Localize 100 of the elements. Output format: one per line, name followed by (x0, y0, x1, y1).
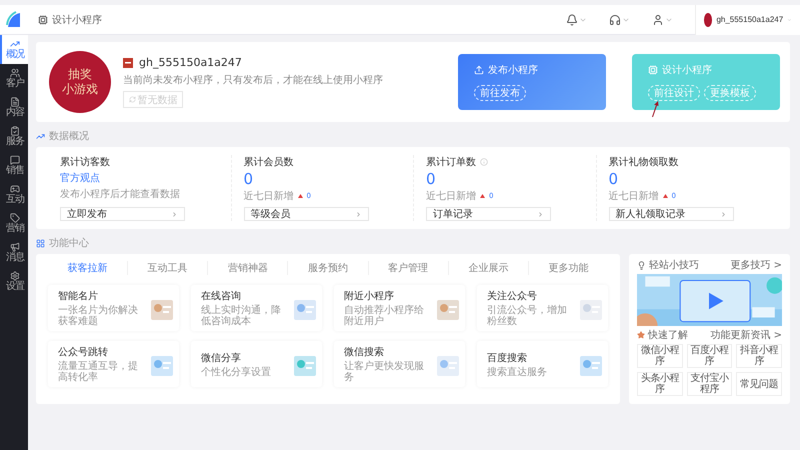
feature-card[interactable]: 微信搜索 让客户更快发现服务 (334, 341, 465, 387)
stat-button[interactable]: 等级会员 (244, 207, 368, 221)
chart-icon (36, 132, 45, 140)
chevron-right-icon (537, 210, 544, 218)
feature-title: 附近小程序 (344, 290, 395, 303)
sidebar-item[interactable]: 消息 (0, 238, 28, 267)
stat-button[interactable]: 订单记录 (426, 207, 551, 221)
stat-link[interactable]: 官方观点 (60, 171, 218, 185)
section-title: 功能中心 (49, 236, 89, 250)
sidebar-icon (10, 242, 20, 252)
feature-card[interactable]: 在线咨询 线上实时沟通，降低咨询成本 (191, 285, 322, 331)
feature-subtitle: 流量互通互导，提高转化率 (58, 361, 139, 383)
feature-title: 微信搜索 (344, 346, 385, 359)
feature-title: 微信分享 (201, 352, 242, 364)
bell-icon (566, 14, 578, 26)
grid-icon (36, 238, 45, 248)
user-button[interactable] (652, 14, 673, 26)
chevron-right-icon (171, 210, 178, 218)
feature-title: 百度搜索 (487, 352, 528, 364)
stat-value: 0 (608, 171, 620, 187)
notification-button[interactable] (566, 14, 587, 26)
sidebar-icon (10, 39, 20, 49)
stat-button[interactable]: 立即发布 (60, 207, 185, 221)
feature-subtitle: 一张名片为你解决获客难题 (58, 305, 139, 327)
trend-label: 近七日新增 (244, 190, 294, 203)
feature-card[interactable]: 关注公众号 引流公众号，增加粉丝数 (477, 285, 608, 331)
quick-title: 快速了解 (648, 328, 688, 342)
account-menu[interactable]: gh_555150a1a247 (695, 4, 800, 34)
news-link[interactable]: 功能更新资讯 > (710, 328, 782, 342)
category-tab[interactable]: 营销神器 (207, 261, 288, 275)
category-tab[interactable]: 企业展示 (448, 261, 528, 275)
trend-label: 近七日新增 (608, 190, 658, 203)
support-button[interactable] (609, 14, 630, 26)
feature-card[interactable]: 智能名片 一张名片为你解决获客难题 (48, 285, 179, 331)
star-icon (637, 331, 645, 339)
quick-link[interactable]: 头条小程序 (637, 372, 683, 396)
quick-link[interactable]: 常见问题 (736, 372, 782, 396)
sidebar-item[interactable]: 营销 (0, 209, 28, 238)
account-name: gh_555150a1a247 (139, 56, 242, 69)
category-tab[interactable]: 更多功能 (528, 261, 608, 275)
chip-icon (648, 65, 658, 75)
headset-icon (609, 14, 621, 26)
user-icon (652, 14, 664, 26)
sidebar-item[interactable]: 服务 (0, 122, 28, 151)
upload-icon (474, 65, 484, 75)
category-tab[interactable]: 获客拉新 (48, 261, 128, 275)
sidebar-item[interactable]: 客户 (0, 64, 28, 93)
stat-value: 0 (244, 171, 254, 187)
feature-subtitle: 引流公众号，增加粉丝数 (487, 305, 568, 327)
sidebar-icon (10, 213, 20, 223)
feature-title: 智能名片 (58, 290, 99, 303)
sidebar-icon (10, 271, 20, 281)
chevron-right-icon (354, 210, 362, 218)
chevron-right-icon (720, 210, 726, 218)
quick-link[interactable]: 支付宝小程序 (686, 372, 732, 396)
sidebar-item[interactable]: 销售 (0, 151, 28, 180)
stat-label: 累计订单数 (426, 156, 476, 169)
refresh-icon (128, 96, 136, 103)
stat-label: 累计礼物领取数 (608, 156, 678, 169)
sidebar-item[interactable]: 概况 (0, 35, 28, 64)
feature-card[interactable]: 百度搜索 搜索直达服务 (477, 341, 608, 387)
feature-subtitle: 线上实时沟通，降低咨询成本 (201, 305, 282, 327)
chip-icon (38, 14, 48, 24)
sidebar-icon (10, 126, 20, 136)
sidebar-icon (10, 97, 20, 107)
sidebar-item[interactable]: 互动 (0, 180, 28, 209)
profile-description: 当前尚未发布小程序，只有发布后，才能在线上使用小程序 (123, 74, 384, 87)
quick-link[interactable]: 抖音小程序 (736, 344, 782, 368)
feature-title: 关注公众号 (487, 290, 538, 303)
more-tips-link[interactable]: 更多技巧 > (730, 258, 782, 272)
feature-subtitle: 让客户更快发现服务 (344, 361, 425, 383)
card-title: 发布小程序 (488, 64, 538, 77)
feature-subtitle: 个性化分享设置 (201, 366, 272, 378)
avatar-text: 抽奖 (68, 67, 92, 82)
feature-card[interactable]: 微信分享 个性化分享设置 (191, 341, 322, 387)
feature-card[interactable]: 附近小程序 自动推荐小程序给附近用户 (334, 285, 465, 331)
sidebar-item[interactable]: 内容 (0, 93, 28, 122)
quick-link[interactable]: 微信小程序 (637, 344, 683, 368)
stat-button[interactable]: 新人礼领取记录 (608, 207, 734, 221)
trend-label: 近七日新增 (426, 190, 476, 203)
tips-title: 轻站小技巧 (649, 258, 699, 272)
badge-icon (123, 58, 133, 68)
feature-subtitle: 自动推荐小程序给附近用户 (344, 305, 425, 327)
logo-icon (6, 10, 22, 28)
stat-note: 发布小程序后才能查看数据 (60, 188, 181, 201)
category-tab[interactable]: 服务预约 (287, 261, 368, 275)
sidebar-icon (10, 68, 20, 78)
category-tab[interactable]: 客户管理 (368, 261, 448, 275)
stat-label: 累计会员数 (244, 156, 294, 169)
sidebar-icon (10, 155, 20, 165)
quick-link[interactable]: 百度小程序 (686, 344, 732, 368)
feature-title: 公众号跳转 (58, 346, 109, 359)
breadcrumb: 设计小程序 (52, 14, 102, 26)
sidebar-item[interactable]: 设置 (0, 267, 28, 296)
stat-label: 累计访客数 (60, 156, 110, 169)
feature-card[interactable]: 公众号跳转 流量互通互导，提高转化率 (48, 341, 179, 387)
feature-title: 在线咨询 (201, 290, 242, 303)
category-tab[interactable]: 互动工具 (127, 261, 208, 275)
arrow-icon (651, 100, 659, 118)
card-title: 设计小程序 (662, 64, 712, 77)
